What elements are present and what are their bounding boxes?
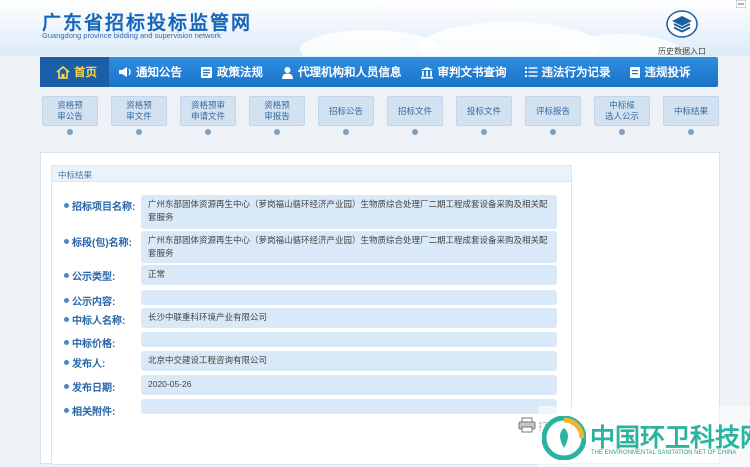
step-dot <box>550 129 556 135</box>
step-prequal-application[interactable]: 资格预审 申请文件 <box>180 96 236 126</box>
step-evaluation-report[interactable]: 评标报告 <box>525 96 581 126</box>
row-bullet <box>64 239 69 244</box>
nav-label: 违规投诉 <box>644 67 691 79</box>
site-subtitle: Guangdong province bidding and supervisi… <box>42 31 221 40</box>
row-bullet <box>64 203 69 208</box>
step-tender-notice[interactable]: 招标公告 <box>318 96 374 126</box>
watermark-subtitle: THE ENVIRONMENTAL SANITATION NET OF CHIN… <box>591 450 737 456</box>
main-nav: 首页 通知公告 政策法规 代理机构和人员信息 审判文书查询 违法行为记录 违规投… <box>40 57 718 87</box>
nav-label: 政策法规 <box>217 67 263 79</box>
label-attachments: 相关附件: <box>72 407 116 418</box>
label-publicity-type: 公示类型: <box>72 272 116 283</box>
row-bullet <box>64 360 69 365</box>
value-winning-price <box>141 332 557 347</box>
home-icon <box>56 65 70 79</box>
history-data-entry[interactable]: 历史数据入口 <box>652 10 712 56</box>
panel-heading: 中标结果 <box>52 166 571 182</box>
step-dot <box>619 129 625 135</box>
row-bullet <box>64 273 69 278</box>
step-dot <box>274 129 280 135</box>
value-publicity-content <box>141 290 557 305</box>
history-label: 历史数据入口 <box>658 47 706 56</box>
label-project-name: 招标项目名称: <box>72 202 136 213</box>
nav-item-home[interactable]: 首页 <box>40 57 109 87</box>
nav-item-agencies[interactable]: 代理机构和人员信息 <box>272 57 411 87</box>
row-bullet <box>64 298 69 303</box>
database-icon <box>666 10 698 38</box>
list-icon <box>524 67 537 77</box>
row-bullet <box>64 408 69 413</box>
step-bid-doc[interactable]: 投标文件 <box>456 96 512 126</box>
value-winner-name: 长沙中联重科环境产业有限公司 <box>141 308 557 328</box>
nav-item-violations[interactable]: 违法行为记录 <box>516 57 620 87</box>
step-dot <box>688 129 694 135</box>
step-tender-doc[interactable]: 招标文件 <box>387 96 443 126</box>
step-candidate-publicity[interactable]: 中标候 选人公示 <box>594 96 650 126</box>
document-icon <box>629 66 640 78</box>
step-dot <box>412 129 418 135</box>
step-dot <box>136 129 142 135</box>
printer-icon[interactable] <box>518 417 536 433</box>
step-dot <box>67 129 73 135</box>
value-project-name: 广州东部固体资源再生中心（萝岗福山循环经济产业园）生物质综合处理厂二期工程成套设… <box>141 195 557 229</box>
value-publicity-type: 正常 <box>141 265 557 285</box>
label-publish-date: 发布日期: <box>72 383 116 394</box>
value-publish-date: 2020-05-26 <box>141 375 557 395</box>
row-bullet <box>64 317 69 322</box>
nav-label: 首页 <box>74 67 97 79</box>
step-dot <box>481 129 487 135</box>
nav-item-judgments[interactable]: 审判文书查询 <box>411 57 516 87</box>
cloud-decoration <box>300 30 440 56</box>
step-dot <box>205 129 211 135</box>
environmental-sanitation-logo <box>542 416 586 460</box>
label-winning-price: 中标价格: <box>72 339 116 350</box>
nav-item-policies[interactable]: 政策法规 <box>191 57 272 87</box>
step-award-result[interactable]: 中标结果 <box>663 96 719 126</box>
process-steps-nav: 资格预 审公告 资格预 审文件 资格预审 申请文件 资格预 审报告 招标公告 招标文件 … <box>40 96 720 138</box>
nav-label: 通知公告 <box>136 67 182 79</box>
book-icon <box>201 66 212 78</box>
row-bullet <box>64 340 69 345</box>
value-attachments <box>141 399 557 414</box>
bank-icon <box>420 66 433 79</box>
value-publisher: 北京中交建设工程咨询有限公司 <box>141 351 557 371</box>
menu-dots-icon[interactable] <box>736 0 746 8</box>
nav-label: 代理机构和人员信息 <box>298 67 402 79</box>
nav-item-notices[interactable]: 通知公告 <box>109 57 191 87</box>
step-prequal-doc[interactable]: 资格预 审文件 <box>111 96 167 126</box>
step-prequal-report[interactable]: 资格预 审报告 <box>249 96 305 126</box>
nav-item-complaints[interactable]: 违规投诉 <box>620 57 700 87</box>
megaphone-icon <box>119 67 131 77</box>
person-icon <box>282 66 293 79</box>
site-header: 广东省招标投标监管网 Guangdong province bidding an… <box>0 0 750 56</box>
value-lot-name: 广州东部固体资源再生中心（萝岗福山循环经济产业园）生物质综合处理厂二期工程成套设… <box>141 231 557 263</box>
nav-label: 违法行为记录 <box>541 67 611 79</box>
label-winner-name: 中标人名称: <box>72 316 126 327</box>
label-publisher: 发布人: <box>72 359 106 370</box>
step-prequal-notice[interactable]: 资格预 审公告 <box>42 96 98 126</box>
nav-label: 审判文书查询 <box>437 67 507 79</box>
step-dot <box>343 129 349 135</box>
label-lot-name: 标段(包)名称: <box>72 238 132 249</box>
label-publicity-content: 公示内容: <box>72 297 116 308</box>
watermark-title: 中国环卫科技网 <box>590 424 750 452</box>
row-bullet <box>64 384 69 389</box>
